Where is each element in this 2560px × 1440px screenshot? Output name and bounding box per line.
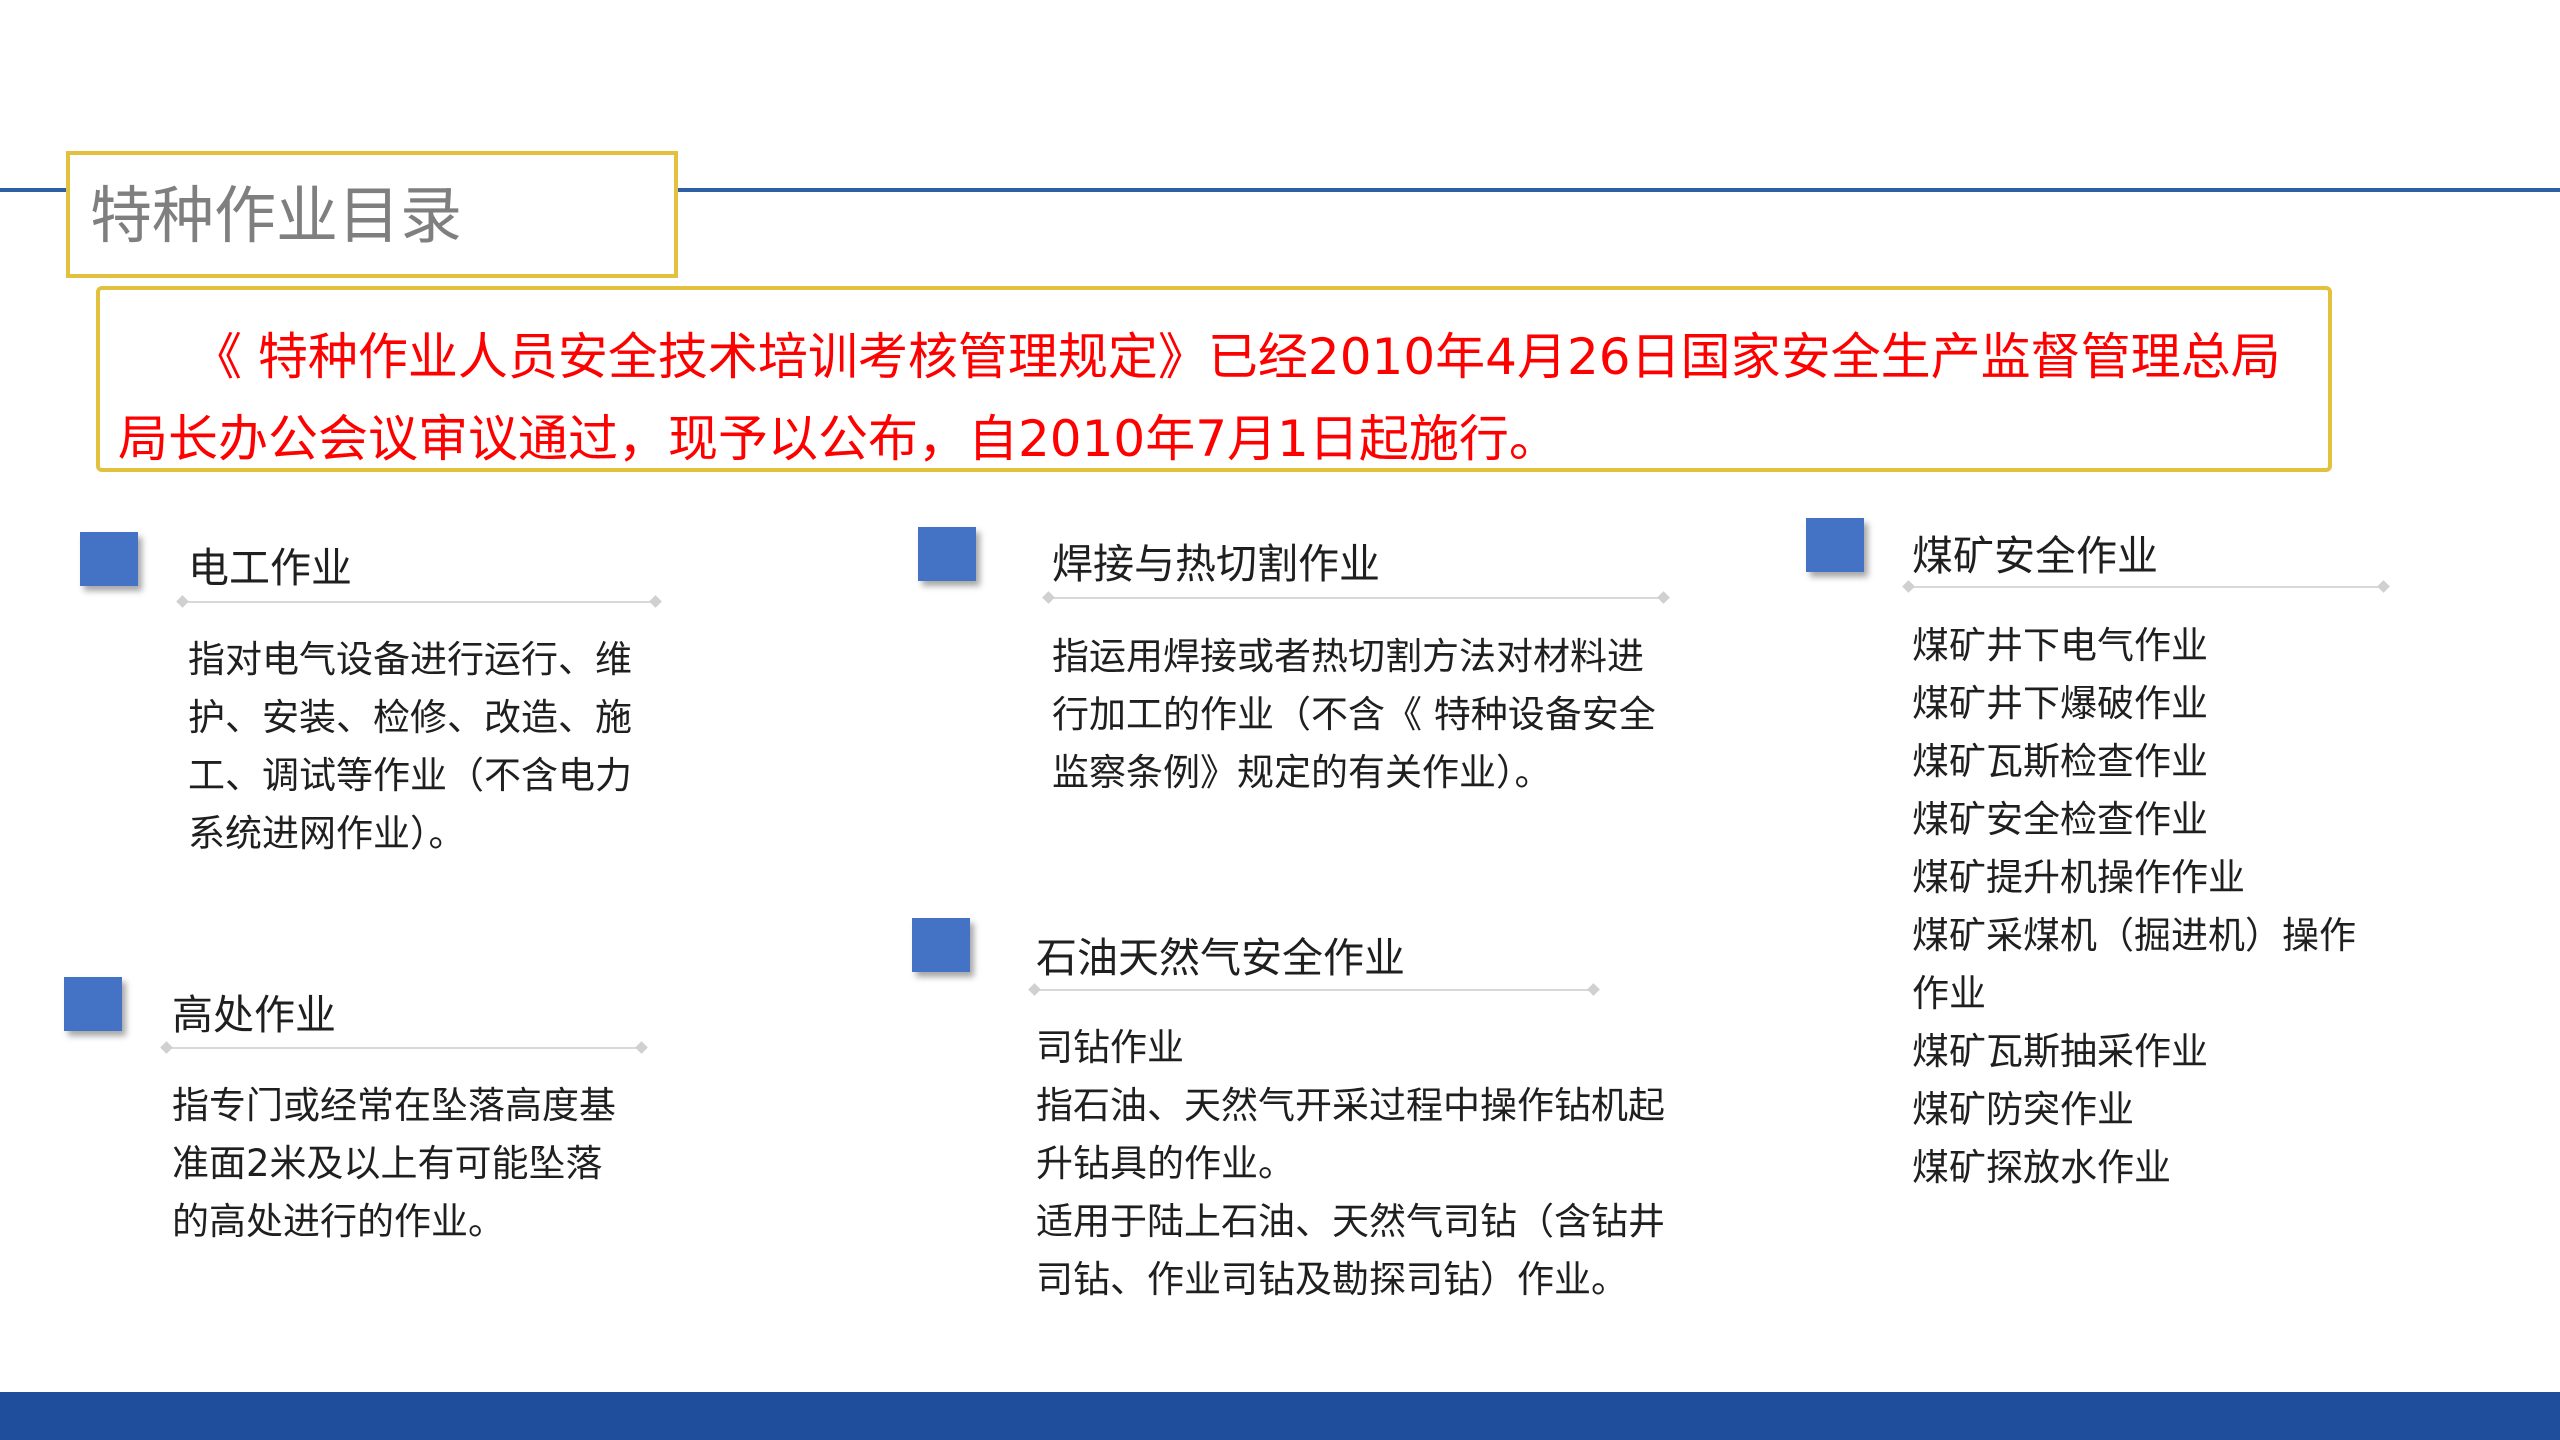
section-title-petroleum: 石油天然气安全作业 — [1036, 934, 1405, 982]
section-rule — [1034, 989, 1594, 991]
section-desc-height: 指专门或经常在坠落高度基准面2米及以上有可能坠落的高处进行的作业。 — [172, 1084, 616, 1243]
section-rule — [1048, 597, 1664, 599]
list-item: 煤矿瓦斯检查作业 — [1912, 740, 2208, 783]
petroleum-line: 司钻作业 — [1036, 1026, 1184, 1069]
list-item: 煤矿瓦斯抽采作业 — [1912, 1030, 2208, 1073]
title-frame: 特种作业目录 — [66, 151, 678, 278]
section-rule — [182, 601, 656, 603]
section-marker — [80, 532, 138, 586]
notice-frame: 《 特种作业人员安全技术培训考核管理规定》已经2010年4月26日国家安全生产监… — [96, 286, 2332, 472]
list-item: 煤矿井下爆破作业 — [1912, 682, 2208, 725]
section-marker — [912, 918, 970, 972]
notice-text: 《 特种作业人员安全技术培训考核管理规定》已经2010年4月26日国家安全生产监… — [118, 328, 2281, 468]
section-desc-welding: 指运用焊接或者热切割方法对材料进行加工的作业（不含《 特种设备安全监察条例》规定… — [1052, 635, 1656, 794]
list-item: 煤矿采煤机（掘进机）操作作业 — [1912, 914, 2356, 1015]
footer-bar — [0, 1392, 2560, 1440]
list-item: 煤矿提升机操作作业 — [1912, 856, 2245, 899]
section-rule — [166, 1047, 642, 1049]
section-rule — [1908, 586, 2384, 588]
section-marker — [1806, 518, 1864, 572]
section-title-height: 高处作业 — [172, 991, 336, 1039]
list-item: 煤矿安全检查作业 — [1912, 798, 2208, 841]
section-list-coal: 煤矿井下电气作业 煤矿井下爆破作业 煤矿瓦斯检查作业 煤矿安全检查作业 煤矿提升… — [1912, 617, 2382, 1197]
section-title-electrician: 电工作业 — [188, 544, 352, 592]
section-marker — [918, 527, 976, 581]
list-item: 煤矿井下电气作业 — [1912, 624, 2208, 667]
list-item: 煤矿防突作业 — [1912, 1088, 2134, 1131]
section-desc-petroleum: 司钻作业 指石油、天然气开采过程中操作钻机起升钻具的作业。 适用于陆上石油、天然… — [1036, 1019, 1686, 1309]
section-title-coal: 煤矿安全作业 — [1912, 532, 2158, 580]
section-marker — [64, 977, 122, 1031]
section-title-welding: 焊接与热切割作业 — [1052, 540, 1380, 588]
petroleum-line: 适用于陆上石油、天然气司钻（含钻井司钻、作业司钻及勘探司钻）作业。 — [1036, 1200, 1665, 1301]
section-desc-electrician: 指对电气设备进行运行、维护、安装、检修、改造、施工、调试等作业（不含电力系统进网… — [188, 638, 632, 855]
petroleum-line: 指石油、天然气开采过程中操作钻机起升钻具的作业。 — [1036, 1084, 1665, 1185]
list-item: 煤矿探放水作业 — [1912, 1146, 2171, 1189]
page-title: 特种作业目录 — [90, 179, 463, 252]
